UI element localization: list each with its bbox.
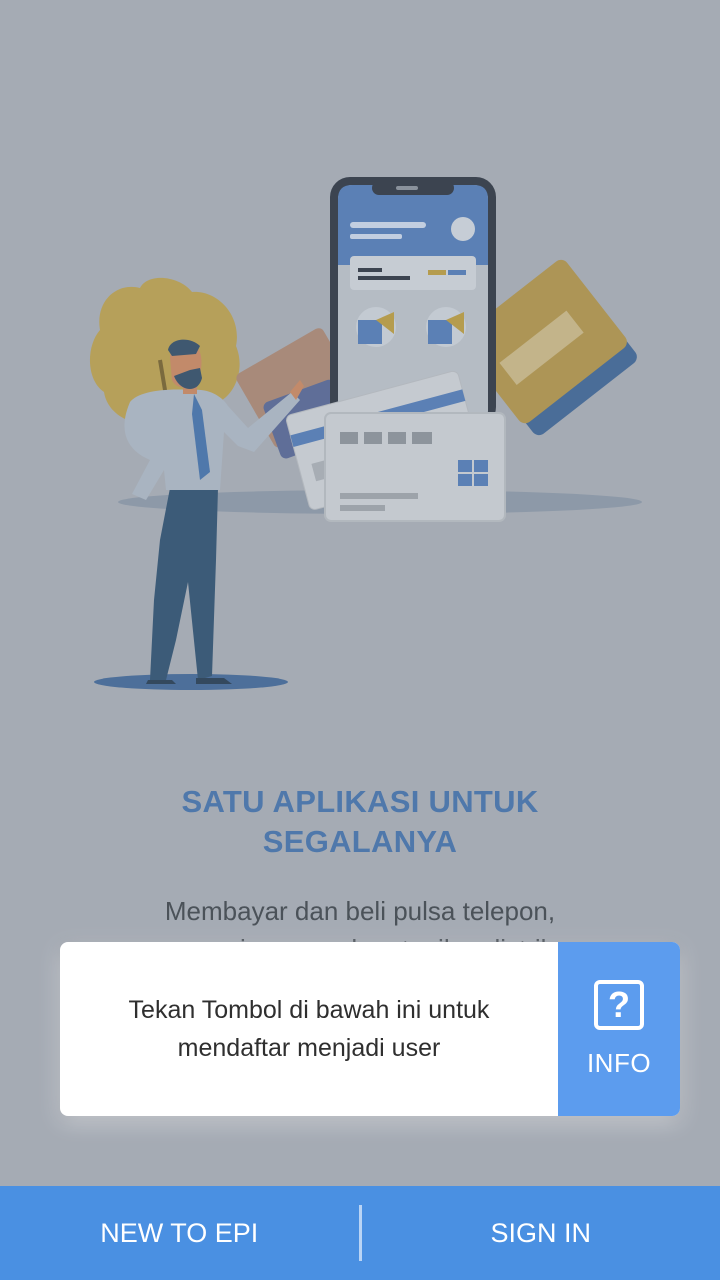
onboarding-illustration xyxy=(89,177,642,690)
question-mark-icon: ? xyxy=(594,979,644,1030)
info-button[interactable]: ? INFO xyxy=(558,942,680,1116)
tooltip-message-line2: mendaftar menjadi user xyxy=(177,1034,441,1062)
info-button-label: INFO xyxy=(586,1047,652,1078)
new-to-epi-button[interactable]: NEW TO EPI xyxy=(0,1186,359,1280)
onboarding-title-line2: SEGALANYA xyxy=(262,824,458,859)
tooltip-message-line1: Tekan Tombol di bawah ini untuk xyxy=(128,996,490,1024)
onboarding-description-line1: Membayar dan beli pulsa telepon, xyxy=(164,896,556,926)
tooltip-message: Tekan Tombol di bawah ini untuk mendafta… xyxy=(60,942,558,1116)
signup-tooltip: Tekan Tombol di bawah ini untuk mendafta… xyxy=(60,942,680,1116)
sign-in-button[interactable]: SIGN IN xyxy=(362,1186,720,1280)
onboarding-title-line1: SATU APLIKASI UNTUK xyxy=(181,784,539,819)
onboarding-title: SATU APLIKASI UNTUK SEGALANYA xyxy=(60,782,660,862)
bottom-action-bar: NEW TO EPI SIGN IN xyxy=(0,1186,720,1280)
